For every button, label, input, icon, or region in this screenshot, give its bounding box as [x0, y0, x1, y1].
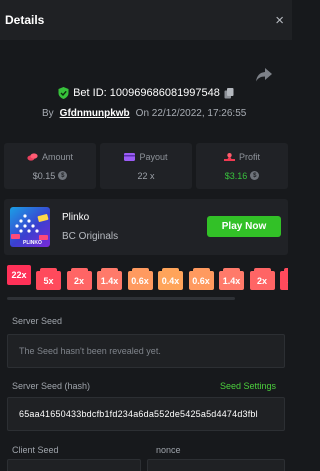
currency-coin-icon: $ [58, 171, 68, 180]
client-seed-field[interactable] [7, 459, 141, 471]
close-icon[interactable]: × [275, 13, 284, 28]
copy-icon[interactable] [224, 87, 234, 99]
multiplier-row[interactable]: 22x5x2x1.4x0.6x0.4x0.6x1.4x2x5x [7, 265, 288, 293]
game-provider: BC Originals [62, 231, 119, 242]
multiplier-chip: 0.6x [188, 268, 214, 290]
play-now-button[interactable]: Play Now [207, 216, 281, 237]
game-card: PLINKO Plinko BC Originals Play Now [4, 199, 288, 255]
multiplier-chip: 5x [280, 268, 288, 290]
multiplier-chip: 2x [249, 268, 275, 290]
seed-settings-link[interactable]: Seed Settings [220, 381, 276, 391]
by-label: By [42, 108, 54, 119]
details-header: Details × [0, 0, 292, 40]
multiplier-chip: 22x [7, 265, 31, 285]
stat-value: $0.15 [32, 170, 56, 181]
multiplier-chip: 0.6x [127, 268, 153, 290]
server-seed-hash-box[interactable]: 65aa41650433bdcfb1fd234a6da552de5425a5d4… [7, 397, 285, 431]
stat-value: 22 x [137, 170, 155, 181]
server-seed-hint: The Seed hasn't been revealed yet. [19, 346, 161, 356]
bet-timestamp: On 22/12/2022, 17:26:55 [135, 108, 247, 119]
multiplier-chip: 1.4x [97, 268, 122, 290]
stat-label: Amount [41, 151, 74, 162]
stat-profit: Profit $3.16 $ [196, 143, 288, 189]
multiplier-chip: 1.4x [219, 268, 244, 290]
coins-icon [27, 152, 38, 161]
bet-id: Bet ID: 100969686081997548 [73, 87, 220, 99]
share-icon[interactable] [255, 67, 273, 83]
stat-value: $3.16 [224, 170, 248, 181]
profit-icon [223, 152, 235, 161]
bet-stats: Amount $0.15 $ Payout 22 x Profit $3.16 … [4, 143, 288, 189]
multiplier-scrollbar[interactable] [7, 297, 235, 300]
bettor-username-link[interactable]: Gfdnmunpkwb [60, 108, 130, 119]
currency-coin-icon: $ [250, 171, 260, 180]
bettor-row: By Gfdnmunpkwb On 22/12/2022, 17:26:55 [42, 108, 246, 119]
bet-id-row: Bet ID: 100969686081997548 [0, 87, 292, 99]
game-name: Plinko [62, 212, 90, 223]
stat-label: Payout [139, 151, 168, 162]
nonce-field[interactable] [147, 459, 285, 471]
multiplier-chip: 2x [66, 268, 92, 290]
page-title: Details [5, 13, 45, 27]
server-seed-hash-value: 65aa41650433bdcfb1fd234a6da552de5425a5d4… [19, 409, 258, 419]
plinko-art: PLINKO [11, 214, 49, 246]
stat-payout: Payout 22 x [100, 143, 192, 189]
thumb-logo-text: PLINKO [23, 240, 42, 246]
multiplier-chip: 0.4x [158, 268, 183, 290]
plinko-thumbnail[interactable]: PLINKO [10, 207, 50, 247]
stat-amount: Amount $0.15 $ [4, 143, 96, 189]
client-seed-label: Client Seed [12, 445, 59, 455]
multiplier-chip: 5x [36, 268, 61, 290]
shield-check-icon [58, 87, 69, 99]
card-icon [124, 152, 136, 161]
server-seed-box: The Seed hasn't been revealed yet. [7, 334, 285, 368]
server-seed-hash-label: Server Seed (hash) [12, 381, 91, 391]
stat-label: Profit [238, 151, 260, 162]
server-seed-label: Server Seed [12, 316, 63, 326]
nonce-label: nonce [156, 445, 181, 455]
